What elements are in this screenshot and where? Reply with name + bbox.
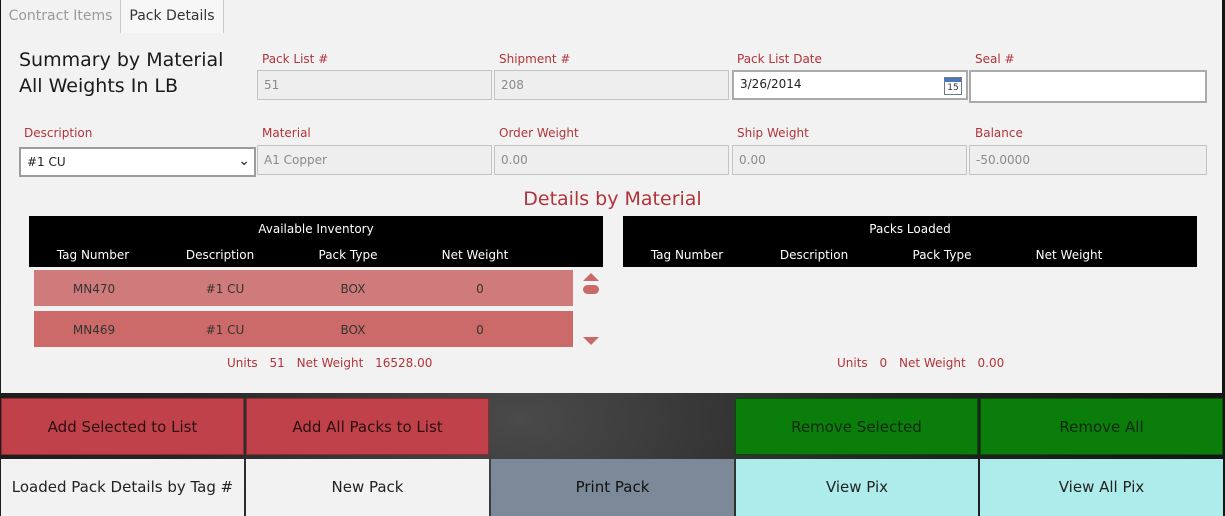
new-pack-button[interactable]: New Pack: [246, 459, 489, 516]
packs-loaded-title: Packs Loaded: [869, 222, 951, 236]
scrollbar-thumb[interactable]: [583, 285, 599, 294]
col-pack-type[interactable]: Pack Type: [882, 248, 1002, 262]
col-net-weight[interactable]: Net Weight: [415, 248, 535, 262]
summary-heading: Summary by Material All Weights In LB: [19, 47, 223, 99]
seal-label: Seal #: [975, 52, 1015, 66]
scroll-down-icon[interactable]: [583, 337, 599, 345]
tab-pack-details[interactable]: Pack Details: [120, 0, 224, 33]
print-pack-button[interactable]: Print Pack: [491, 459, 734, 516]
cell-net-weight: 0: [476, 323, 484, 337]
balance-label: Balance: [975, 126, 1023, 140]
loaded-totals: Units 0 Net Weight 0.00: [837, 356, 1012, 370]
net-weight-value: 16528.00: [375, 356, 433, 370]
packs-loaded-header: Packs Loaded Tag Number Description Pack…: [623, 216, 1197, 267]
pack-list-field[interactable]: 51: [257, 70, 492, 100]
details-title: Details by Material: [523, 188, 702, 210]
cell-description: #1 CU: [205, 323, 245, 337]
ship-weight-field[interactable]: 0.00: [732, 145, 967, 175]
units-value: 51: [269, 356, 285, 370]
ship-weight-label: Ship Weight: [737, 126, 809, 140]
shipment-field[interactable]: 208: [494, 70, 729, 100]
cell-pack-type: BOX: [340, 323, 366, 337]
summary-title: Summary by Material: [19, 49, 224, 71]
net-weight-value: 0.00: [977, 356, 1005, 370]
material-label: Material: [262, 126, 311, 140]
calendar-day: 15: [947, 83, 959, 93]
pack-list-label: Pack List #: [262, 52, 329, 66]
available-inventory-header: Available Inventory Tag Number Descripti…: [29, 216, 603, 267]
pack-list-date-label: Pack List Date: [737, 52, 822, 66]
order-weight-field[interactable]: 0.00: [494, 145, 729, 175]
loaded-pack-details-button[interactable]: Loaded Pack Details by Tag #: [1, 459, 244, 516]
remove-all-button[interactable]: Remove All: [980, 398, 1223, 455]
cell-tag-number: MN469: [72, 323, 116, 337]
shipment-label: Shipment #: [499, 52, 571, 66]
scroll-up-icon[interactable]: [583, 273, 599, 281]
col-tag-number[interactable]: Tag Number: [33, 248, 153, 262]
col-description[interactable]: Description: [160, 248, 280, 262]
description-value: #1 CU: [27, 155, 66, 169]
add-all-packs-button[interactable]: Add All Packs to List: [246, 398, 489, 455]
description-label: Description: [24, 126, 93, 140]
description-select[interactable]: #1 CU ⌄: [19, 147, 256, 177]
view-all-pix-button[interactable]: View All Pix: [980, 459, 1223, 516]
pack-list-date-field[interactable]: 3/26/2014 15: [732, 70, 968, 100]
balance-field[interactable]: -50.0000: [969, 145, 1207, 175]
net-weight-label: Net Weight: [898, 356, 966, 370]
units-value: 0: [879, 356, 888, 370]
cell-net-weight: 0: [476, 282, 484, 296]
col-description[interactable]: Description: [754, 248, 874, 262]
order-weight-label: Order Weight: [499, 126, 579, 140]
cell-pack-type: BOX: [340, 282, 366, 296]
col-pack-type[interactable]: Pack Type: [288, 248, 408, 262]
add-selected-button[interactable]: Add Selected to List: [1, 398, 244, 455]
available-totals: Units 51 Net Weight 16528.00: [227, 356, 440, 370]
col-net-weight[interactable]: Net Weight: [1009, 248, 1129, 262]
summary-units: All Weights In LB: [19, 75, 179, 97]
units-label: Units: [227, 356, 258, 370]
material-field[interactable]: A1 Copper: [257, 145, 492, 175]
pack-list-date-value: 3/26/2014: [740, 77, 802, 91]
table-row[interactable]: MN469 #1 CU BOX 0: [34, 311, 573, 347]
table-row[interactable]: MN470 #1 CU BOX 0: [34, 270, 573, 306]
available-inventory-title: Available Inventory: [258, 222, 374, 236]
seal-field[interactable]: [969, 70, 1207, 103]
calendar-icon[interactable]: 15: [944, 77, 962, 95]
view-pix-button[interactable]: View Pix: [736, 459, 978, 516]
cell-description: #1 CU: [205, 282, 245, 296]
cell-tag-number: MN470: [72, 282, 116, 296]
tab-contract-items[interactable]: Contract Items: [1, 0, 120, 33]
units-label: Units: [837, 356, 868, 370]
net-weight-label: Net Weight: [296, 356, 364, 370]
remove-selected-button[interactable]: Remove Selected: [735, 398, 978, 455]
chevron-down-icon: ⌄: [238, 153, 250, 169]
col-tag-number[interactable]: Tag Number: [627, 248, 747, 262]
